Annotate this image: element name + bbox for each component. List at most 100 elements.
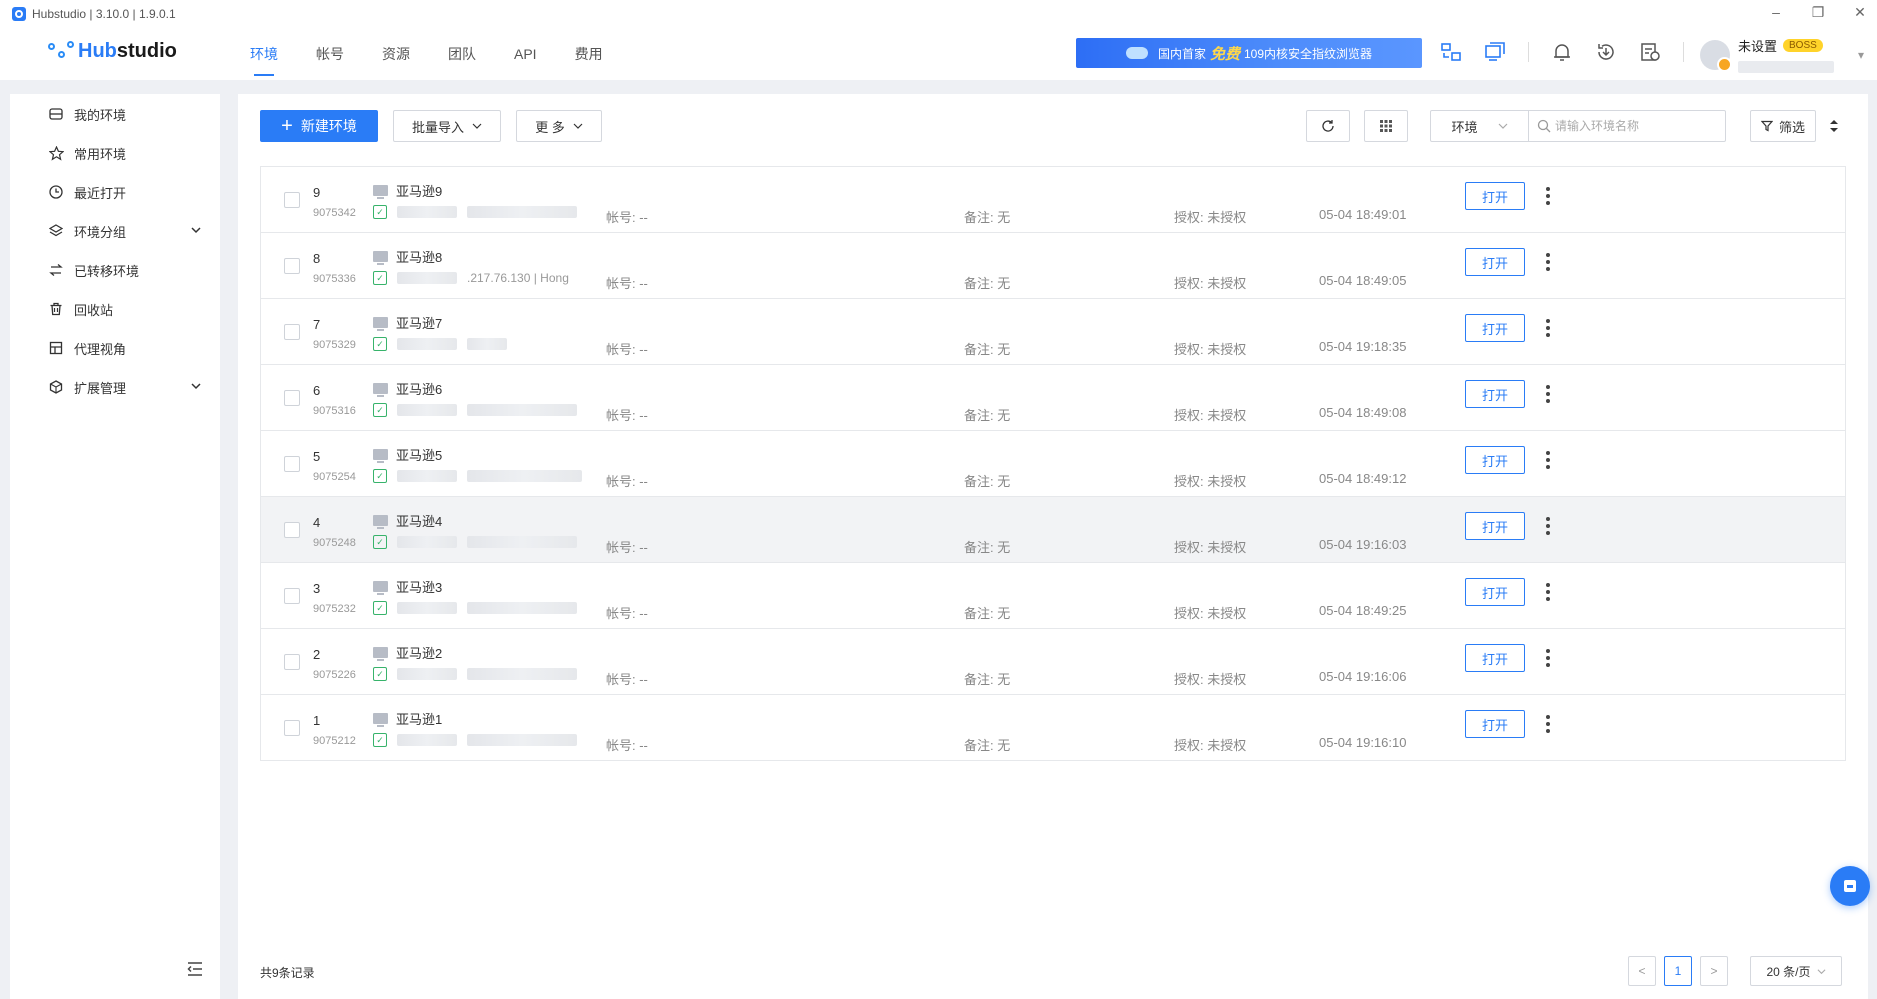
table-row[interactable]: 4 9075248 亚马逊4 ✓ 帐号: -- 备注: 无 授权: 未授权 05… [261, 497, 1845, 563]
more-vertical-icon[interactable] [1541, 316, 1555, 340]
sidebar-item-trash[interactable]: 回收站 [10, 289, 220, 329]
more-vertical-icon[interactable] [1541, 646, 1555, 670]
row-env-name[interactable]: 亚马逊2 [396, 643, 442, 662]
search-type-select[interactable]: 环境 [1431, 111, 1529, 141]
nav-tab-billing[interactable]: 费用 [575, 28, 603, 80]
row-checkbox[interactable] [284, 588, 300, 604]
grid-icon [1380, 120, 1392, 132]
prev-page-button[interactable]: < [1628, 956, 1656, 986]
row-checkbox[interactable] [284, 720, 300, 736]
row-time: 05-04 18:49:05 [1319, 273, 1407, 288]
row-checkbox[interactable] [284, 324, 300, 340]
row-env-name[interactable]: 亚马逊4 [396, 511, 442, 530]
row-seq: 4 [313, 515, 321, 530]
row-seq: 3 [313, 581, 321, 596]
download-refresh-icon[interactable] [1595, 41, 1617, 63]
user-menu[interactable]: 未设置 BOSS ▾ [1700, 36, 1864, 73]
row-checkbox[interactable] [284, 456, 300, 472]
row-checkbox[interactable] [284, 390, 300, 406]
row-env-name[interactable]: 亚马逊8 [396, 247, 442, 266]
grid-view-button[interactable] [1364, 110, 1408, 142]
table-row[interactable]: 8 9075336 亚马逊8 ✓ .217.76.130 | Hong 帐号: … [261, 233, 1845, 299]
nav-tab-team[interactable]: 团队 [448, 28, 476, 80]
chevron-down-icon[interactable] [190, 224, 202, 236]
chevron-down-icon[interactable]: ▾ [1858, 48, 1864, 62]
batch-import-button[interactable]: 批量导入 [393, 110, 501, 142]
table-row[interactable]: 2 9075226 亚马逊2 ✓ 帐号: -- 备注: 无 授权: 未授权 05… [261, 629, 1845, 695]
sidebar-item-my-env[interactable]: 我的环境 [10, 94, 220, 134]
page-size-select[interactable]: 20 条/页 [1750, 956, 1842, 986]
task-history-icon[interactable] [1639, 41, 1661, 63]
row-env-name[interactable]: 亚马逊5 [396, 445, 442, 464]
open-env-button[interactable]: 打开 [1465, 380, 1525, 408]
device-sync-icon[interactable] [1440, 41, 1462, 63]
table-row[interactable]: 9 9075342 亚马逊9 ✓ 帐号: -- 备注: 无 授权: 未授权 05… [261, 167, 1845, 233]
window-controls: – ❐ ✕ [1769, 4, 1867, 21]
sidebar-item-proxy-view[interactable]: 代理视角 [10, 328, 220, 368]
promo-banner[interactable]: 国内首家 免费 109内核安全指纹浏览器 [1076, 38, 1422, 68]
avatar[interactable] [1700, 40, 1732, 72]
sort-icon[interactable] [1828, 116, 1840, 136]
table-row[interactable]: 7 9075329 亚马逊7 ✓ 帐号: -- 备注: 无 授权: 未授权 05… [261, 299, 1845, 365]
row-auth: 授权: 未授权 [1174, 408, 1247, 423]
table-row[interactable]: 3 9075232 亚马逊3 ✓ 帐号: -- 备注: 无 授权: 未授权 05… [261, 563, 1845, 629]
close-icon[interactable]: ✕ [1853, 4, 1867, 21]
more-vertical-icon[interactable] [1541, 712, 1555, 736]
nav-tab-environment[interactable]: 环境 [250, 28, 278, 80]
row-env-id: 9075329 [313, 339, 356, 351]
row-env-name[interactable]: 亚马逊7 [396, 313, 442, 332]
search-input[interactable] [1529, 111, 1725, 141]
open-env-button[interactable]: 打开 [1465, 578, 1525, 606]
refresh-button[interactable] [1306, 110, 1350, 142]
open-env-button[interactable]: 打开 [1465, 644, 1525, 672]
next-page-button[interactable]: > [1700, 956, 1728, 986]
more-vertical-icon[interactable] [1541, 580, 1555, 604]
row-checkbox[interactable] [284, 654, 300, 670]
sidebar-item-extensions[interactable]: 扩展管理 [10, 367, 220, 407]
nav-tab-account[interactable]: 帐号 [316, 28, 344, 80]
table-row[interactable]: 5 9075254 亚马逊5 ✓ 帐号: -- 备注: 无 授权: 未授权 05… [261, 431, 1845, 497]
floating-help-button[interactable] [1830, 866, 1870, 906]
open-env-button[interactable]: 打开 [1465, 710, 1525, 738]
open-env-button[interactable]: 打开 [1465, 446, 1525, 474]
redacted-proxy-location [467, 668, 577, 680]
open-env-button[interactable]: 打开 [1465, 182, 1525, 210]
more-vertical-icon[interactable] [1541, 382, 1555, 406]
page-1-button[interactable]: 1 [1664, 956, 1692, 986]
more-vertical-icon[interactable] [1541, 448, 1555, 472]
nav-tab-api[interactable]: API [514, 28, 537, 80]
brand-logo[interactable]: Hub studio [48, 40, 177, 63]
nav-tab-resource[interactable]: 资源 [382, 28, 410, 80]
filter-button[interactable]: 筛选 [1750, 110, 1816, 142]
row-env-name[interactable]: 亚马逊1 [396, 709, 442, 728]
sidebar-item-favorites[interactable]: 常用环境 [10, 133, 220, 173]
sidebar-item-transferred[interactable]: 已转移环境 [10, 250, 220, 290]
sidebar-item-groups[interactable]: 环境分组 [10, 211, 220, 251]
open-env-button[interactable]: 打开 [1465, 512, 1525, 540]
row-checkbox[interactable] [284, 258, 300, 274]
multi-window-icon[interactable] [1484, 41, 1506, 63]
row-proxy: ✓ [373, 535, 577, 549]
open-env-button[interactable]: 打开 [1465, 314, 1525, 342]
restore-icon[interactable]: ❐ [1811, 4, 1825, 21]
more-vertical-icon[interactable] [1541, 514, 1555, 538]
row-env-name[interactable]: 亚马逊6 [396, 379, 442, 398]
more-vertical-icon[interactable] [1541, 250, 1555, 274]
row-checkbox[interactable] [284, 192, 300, 208]
new-environment-button[interactable]: + 新建环境 [260, 110, 378, 142]
sidebar-item-recent[interactable]: 最近打开 [10, 172, 220, 212]
row-checkbox[interactable] [284, 522, 300, 538]
table-row[interactable]: 6 9075316 亚马逊6 ✓ 帐号: -- 备注: 无 授权: 未授权 05… [261, 365, 1845, 431]
row-note: 备注: 无 [964, 342, 1011, 357]
more-actions-button[interactable]: 更 多 [516, 110, 602, 142]
chevron-down-icon[interactable] [190, 380, 202, 392]
row-env-name[interactable]: 亚马逊9 [396, 181, 442, 200]
minimize-icon[interactable]: – [1769, 4, 1783, 21]
table-row[interactable]: 1 9075212 亚马逊1 ✓ 帐号: -- 备注: 无 授权: 未授权 05… [261, 695, 1845, 761]
collapse-sidebar-icon[interactable] [186, 960, 204, 978]
open-env-button[interactable]: 打开 [1465, 248, 1525, 276]
row-auth: 授权: 未授权 [1174, 540, 1247, 555]
row-env-name[interactable]: 亚马逊3 [396, 577, 442, 596]
more-vertical-icon[interactable] [1541, 184, 1555, 208]
bell-icon[interactable] [1551, 41, 1573, 63]
